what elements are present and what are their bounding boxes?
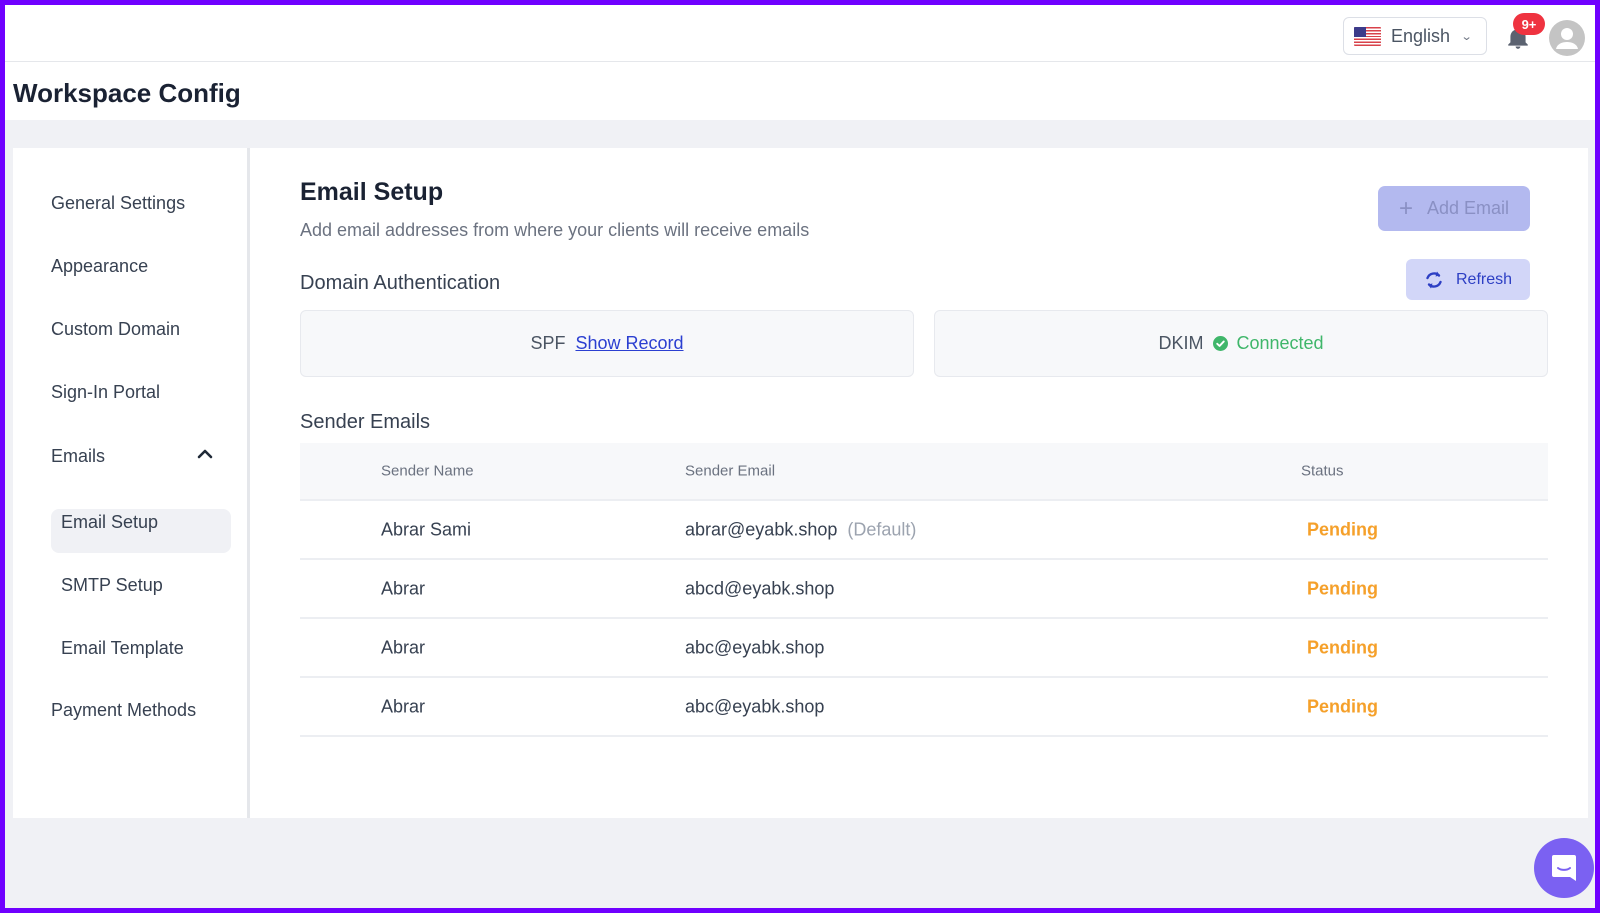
section-description: Add email addresses from where your clie… [300,220,810,240]
dkim-label: DKIM [1158,333,1204,353]
column-header-sender-email: Sender Email [685,462,776,480]
status-badge: Pending [1307,578,1378,598]
us-flag-icon [1354,26,1381,46]
table-row[interactable]: Abrar abcd@eyabk.shop Pending [300,560,1548,619]
page-header: Workspace Config [5,62,1595,120]
sender-name: Abrar Sami [381,519,472,539]
sender-email: abrar@eyabk.shop (Default) [685,519,916,540]
chevron-up-icon[interactable] [196,448,214,460]
sender-email: abcd@eyabk.shop [685,578,835,598]
sender-name: Abrar [381,578,426,598]
sender-email: abc@eyabk.shop [685,696,825,716]
dkim-box: DKIM Connected [934,310,1548,377]
sidebar: General Settings Appearance Custom Domai… [13,148,250,818]
status-badge: Pending [1307,696,1378,716]
column-header-sender-name: Sender Name [381,462,474,480]
table-row[interactable]: Abrar abc@eyabk.shop Pending [300,678,1548,737]
chat-widget-button[interactable] [1534,838,1594,898]
sender-emails-title: Sender Emails [300,411,431,433]
spf-box: SPF Show Record [300,310,914,377]
sidebar-item-emails[interactable]: Emails [51,446,105,467]
refresh-button[interactable]: Refresh [1406,259,1530,300]
top-bar: English ⌄ 9+ [5,5,1595,62]
domain-auth-title: Domain Authentication [300,272,501,294]
user-avatar-icon[interactable] [1549,20,1585,56]
language-select[interactable]: English ⌄ [1343,17,1487,55]
main-content: Email Setup Add email addresses from whe… [300,148,1548,818]
sender-emails-table: Sender Name Sender Email Status Abrar Sa… [300,443,1548,737]
check-circle-icon [1213,336,1229,351]
sidebar-item-payment-methods[interactable]: Payment Methods [51,700,196,721]
page-title: Workspace Config [13,78,241,108]
add-email-label: Add Email [1426,198,1510,218]
status-badge: Pending [1307,637,1378,657]
refresh-icon [1426,271,1442,288]
chat-icon [1552,855,1576,881]
dkim-status: Connected [1236,333,1324,353]
language-label: English [1391,25,1451,46]
sidebar-item-custom-domain[interactable]: Custom Domain [51,319,180,340]
table-header: Sender Name Sender Email Status [300,443,1548,501]
section-title: Email Setup [300,178,444,206]
add-email-button[interactable]: + Add Email [1378,186,1530,231]
chevron-down-icon: ⌄ [1460,30,1473,43]
spf-label: SPF [530,333,566,353]
table-row[interactable]: Abrar Sami abrar@eyabk.shop (Default) Pen… [300,501,1548,560]
sidebar-item-email-setup[interactable]: Email Setup [61,512,158,533]
sidebar-item-smtp-setup[interactable]: SMTP Setup [61,575,163,596]
sender-email: abc@eyabk.shop [685,637,825,657]
sidebar-item-email-template[interactable]: Email Template [61,638,184,659]
status-badge: Pending [1307,519,1378,539]
sidebar-item-general-settings[interactable]: General Settings [51,193,185,214]
sender-name: Abrar [381,696,426,716]
table-row[interactable]: Abrar abc@eyabk.shop Pending [300,619,1548,678]
app-frame: English ⌄ 9+ Workspace Config General Se… [5,5,1595,908]
default-tag: (Default) [847,519,917,539]
sender-name: Abrar [381,637,426,657]
column-header-status: Status [1301,462,1344,480]
settings-card: General Settings Appearance Custom Domai… [13,148,1588,818]
refresh-label: Refresh [1455,270,1513,288]
show-record-link[interactable]: Show Record [575,333,683,354]
plus-icon: + [1398,194,1413,222]
sender-email-value: abrar@eyabk.shop [685,519,838,539]
notification-badge: 9+ [1513,13,1545,35]
sidebar-item-appearance[interactable]: Appearance [51,256,148,277]
sidebar-item-sign-in-portal[interactable]: Sign-In Portal [51,382,160,403]
